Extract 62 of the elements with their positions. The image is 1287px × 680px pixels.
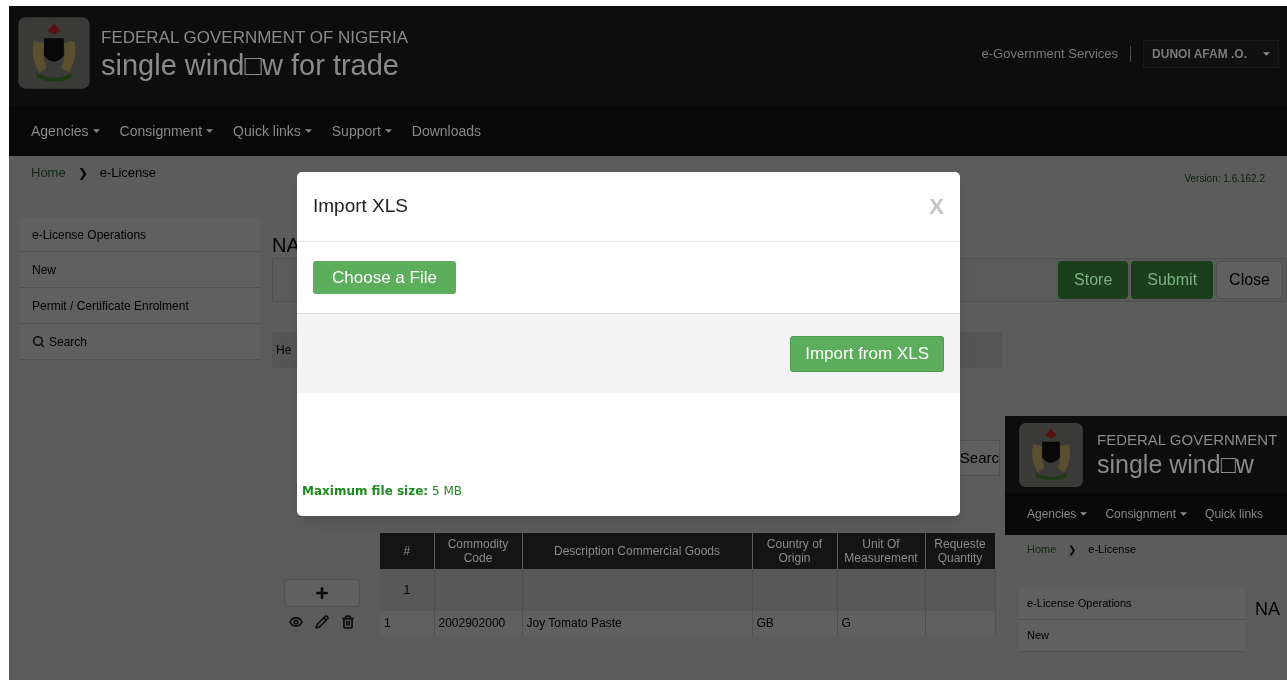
breadcrumb-current: e-License: [1088, 542, 1137, 557]
nav-menu-item[interactable]: Quick links: [1205, 505, 1264, 523]
caret-icon: [1263, 52, 1270, 56]
sidebar-item[interactable]: New: [20, 252, 260, 288]
nav-menu-item[interactable]: Consignment: [119, 120, 214, 142]
caret-icon: [1180, 512, 1188, 516]
caret-icon: [384, 129, 392, 133]
user-menu[interactable]: DUNOI AFAM .O.: [1143, 40, 1279, 68]
nav-menu-item[interactable]: Consignment: [1105, 505, 1188, 523]
services-link[interactable]: e-Government Services: [981, 44, 1119, 64]
sidebar-item[interactable]: Search: [20, 324, 260, 360]
edit-icon[interactable]: [315, 615, 329, 629]
column-header: #: [380, 533, 434, 569]
toolbar-button[interactable]: Close: [1216, 261, 1283, 299]
table-cell: 1: [403, 583, 411, 597]
caret-icon: [304, 129, 312, 133]
sidebar-item[interactable]: Permit / Certificate Enrolment: [20, 288, 260, 324]
tab[interactable]: He: [276, 341, 292, 359]
table-cell: 2002902000: [438, 616, 506, 630]
view-icon[interactable]: [289, 615, 303, 629]
search-icon: [32, 335, 45, 348]
trash-icon[interactable]: [341, 615, 355, 629]
nav-menu-item[interactable]: Quick links: [233, 120, 312, 142]
caret-icon: [92, 129, 100, 133]
agency-title: FEDERAL GOVERNMENT OF NIGERIA: [101, 28, 408, 48]
sidebar-header: e-License Operations: [20, 218, 260, 252]
product-title: single wind□w for trade: [101, 48, 400, 82]
plus-icon: [314, 585, 330, 601]
table-cell: Joy Tomato Paste: [526, 616, 622, 630]
toolbar-button[interactable]: Store: [1058, 261, 1129, 299]
add-row-button[interactable]: [284, 579, 360, 607]
import-button[interactable]: Import from XLS: [790, 335, 944, 372]
breadcrumb-separator: ❯: [1068, 542, 1077, 557]
toolbar-button[interactable]: Submit: [1131, 261, 1214, 299]
breadcrumb-separator: ❯: [77, 165, 88, 182]
sidebar-item[interactable]: New: [1019, 619, 1245, 652]
nav-menu-item[interactable]: Downloads: [411, 120, 482, 142]
dialog-close-button[interactable]: X: [929, 190, 944, 223]
table-cell: 1: [384, 616, 391, 630]
column-header: Description Commercial Goods: [522, 533, 752, 569]
caret-icon: [206, 129, 214, 133]
table-cell: G: [841, 616, 851, 630]
version-text: Version: 1.6.162.2: [1184, 171, 1265, 186]
caret-icon: [1080, 512, 1088, 516]
nav-menu-item[interactable]: Agencies: [31, 120, 100, 142]
breadcrumb-link[interactable]: Home: [1027, 541, 1057, 558]
agency-title: FEDERAL GOVERNMENT: [1097, 430, 1278, 449]
sidebar-item[interactable]: e-License Operations: [1019, 587, 1245, 620]
choose-file-button[interactable]: Choose a File: [313, 261, 456, 294]
breadcrumb-current: e-License: [99, 164, 157, 183]
nav-menu-item[interactable]: Agencies: [1027, 505, 1088, 523]
table-cell: GB: [756, 616, 774, 630]
column-header: Country of Origin: [752, 533, 837, 569]
file-size-note: Maximum file size: 5 MB: [302, 483, 462, 500]
nav-menu-item[interactable]: Support: [331, 120, 392, 142]
product-title: single wind□w: [1097, 448, 1255, 479]
column-header: Requeste Quantity: [925, 533, 995, 569]
dialog-title: Import XLS: [313, 194, 409, 219]
breadcrumb-link[interactable]: Home: [31, 163, 66, 183]
column-header: Commodity Code: [434, 533, 522, 569]
page-title: NA: [1255, 597, 1280, 621]
column-header: Unit Of Measurement: [837, 533, 925, 569]
